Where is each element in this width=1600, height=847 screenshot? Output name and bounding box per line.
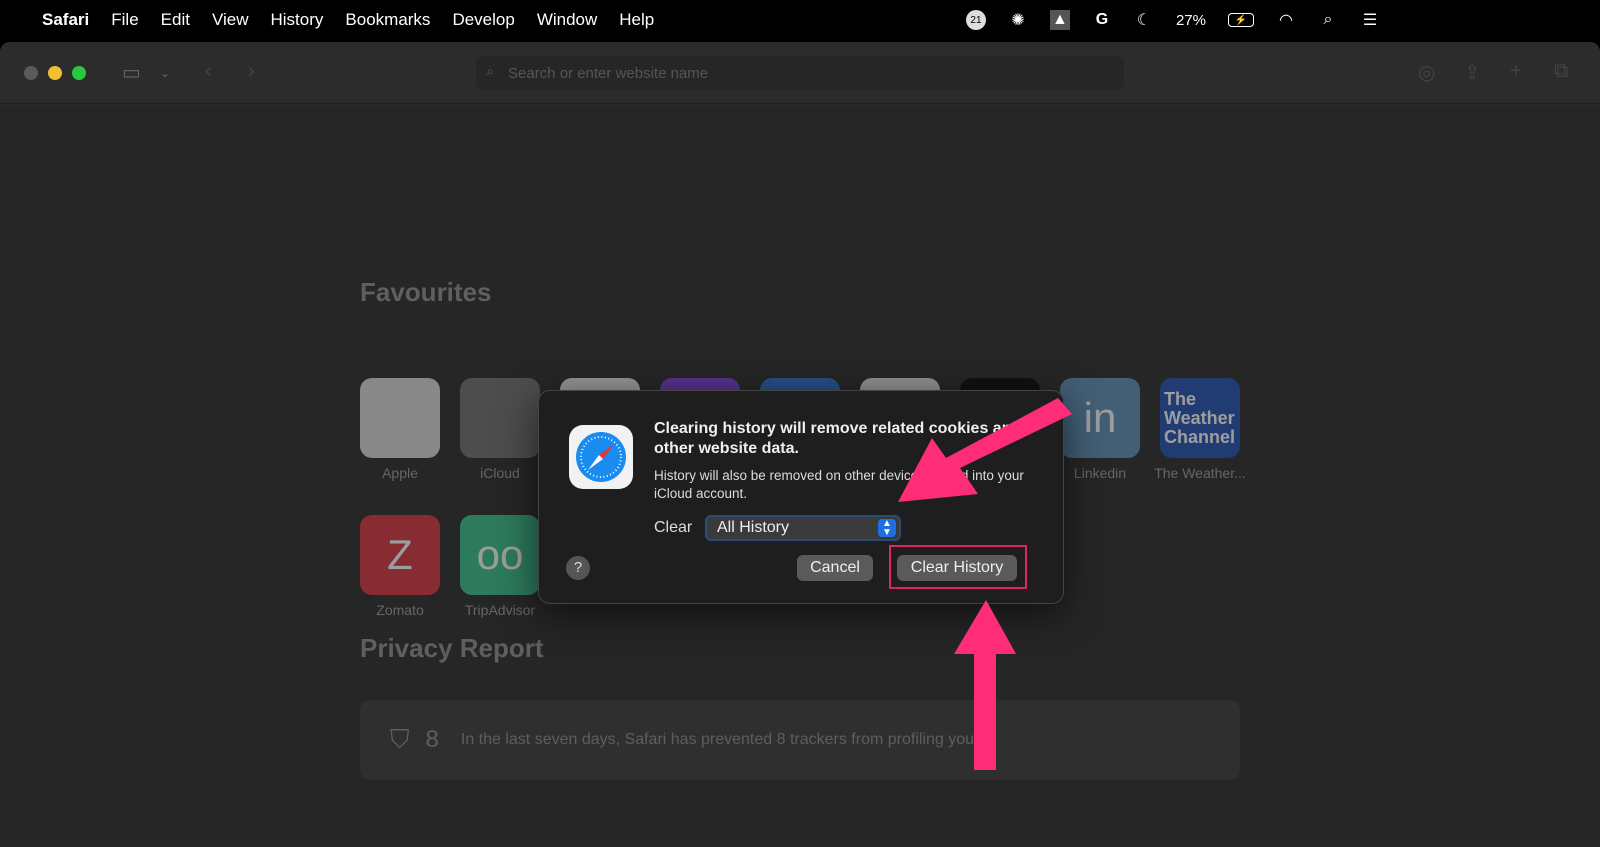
diagonal-arrow	[898, 398, 1072, 502]
up-arrow	[954, 600, 1016, 770]
annotation-arrows	[898, 398, 1072, 770]
